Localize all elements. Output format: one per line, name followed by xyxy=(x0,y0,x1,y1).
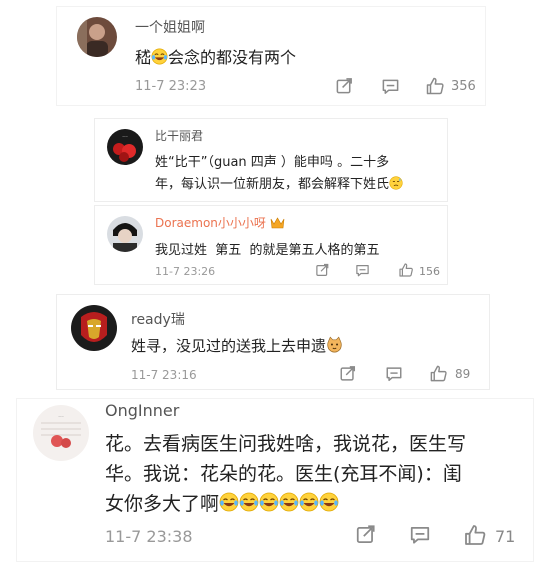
like-count: 356 xyxy=(451,79,476,94)
like-count: 71 xyxy=(495,527,516,546)
comment-text-line: 花。去看病医生问我姓啥，我说花，医生写 xyxy=(105,433,467,455)
laugh-cry-emoji-icon xyxy=(219,492,239,512)
comment-username[interactable]: 一个姐姐啊 xyxy=(135,17,205,37)
thumbs-up-icon[interactable] xyxy=(398,262,414,278)
comment-time: 11-7 23:23 xyxy=(135,79,207,94)
svg-text:···: ··· xyxy=(58,414,64,421)
laugh-cry-emoji-icon xyxy=(299,492,319,512)
share-icon[interactable] xyxy=(339,365,357,383)
comment-text-line: 女你多大了啊 xyxy=(105,489,339,516)
like-count: 89 xyxy=(455,367,471,381)
comment-text-line: 年，每认识一位新朋友，都会解释下姓氏 xyxy=(155,173,403,192)
laugh-cry-emoji-icon xyxy=(319,492,339,512)
avatar[interactable]: ··· xyxy=(107,129,143,165)
comment-text-line: 华。我说：花朵的花。医生(充耳不闻)：闺 xyxy=(105,463,462,485)
comment-card-4: ready瑞 姓寻，没见过的送我上去申遗 11-7 23:16 89 xyxy=(56,294,490,390)
thumbs-up-icon[interactable] xyxy=(429,364,448,383)
comment-card-1: 一个姐姐啊 嵇会念的都没有两个 11-7 23:23 356 xyxy=(56,6,486,106)
comment-icon[interactable] xyxy=(409,524,431,546)
share-icon[interactable] xyxy=(315,263,330,278)
svg-text:···: ··· xyxy=(122,134,128,141)
vip-badge-icon xyxy=(270,217,285,229)
comment-username[interactable]: ready瑞 xyxy=(131,309,185,329)
comment-username[interactable]: OngInner xyxy=(105,401,179,420)
comment-text: 姓寻，没见过的送我上去申遗 xyxy=(131,335,343,356)
comment-card-3: Doraemon小小小呀 我见过姓 第五 的就是第五人格的第五 11-7 23:… xyxy=(94,205,448,285)
cat-emoji-icon xyxy=(326,336,343,353)
comment-username[interactable]: Doraemon小小小呀 xyxy=(155,214,285,231)
comment-time: 11-7 23:16 xyxy=(131,368,197,382)
comment-text-line: 姓“比干”（guan 四声 ）能申吗 。二十多 xyxy=(155,155,390,170)
sweat-emoji-icon xyxy=(389,176,403,190)
thumbs-up-icon[interactable] xyxy=(463,523,487,547)
laugh-cry-emoji-icon xyxy=(239,492,259,512)
thumbs-up-icon[interactable] xyxy=(425,76,445,96)
laugh-cry-emoji-icon xyxy=(151,48,168,65)
laugh-cry-emoji-icon xyxy=(259,492,279,512)
comment-card-5: ··· OngInner 花。去看病医生问我姓啥，我说花，医生写 华。我说：花朵… xyxy=(16,398,534,562)
avatar[interactable] xyxy=(71,305,117,351)
avatar[interactable] xyxy=(107,216,143,252)
comment-icon[interactable] xyxy=(385,365,403,383)
comment-time: 11-7 23:26 xyxy=(155,265,216,278)
comment-username[interactable]: 比干丽君 xyxy=(155,127,203,144)
comment-icon[interactable] xyxy=(381,77,400,96)
avatar[interactable] xyxy=(77,17,117,57)
comment-text: 嵇会念的都没有两个 xyxy=(135,48,297,67)
share-icon[interactable] xyxy=(355,524,377,546)
share-icon[interactable] xyxy=(335,77,354,96)
comment-card-2: ··· 比干丽君 姓“比干”（guan 四声 ）能申吗 。二十多 年，每认识一位… xyxy=(94,118,448,202)
comment-icon[interactable] xyxy=(355,263,370,278)
laugh-cry-emoji-icon xyxy=(279,492,299,512)
like-count: 156 xyxy=(419,265,440,278)
comment-time: 11-7 23:38 xyxy=(105,527,193,546)
avatar[interactable]: ··· xyxy=(33,405,89,461)
comment-text: 我见过姓 第五 的就是第五人格的第五 xyxy=(155,243,380,258)
